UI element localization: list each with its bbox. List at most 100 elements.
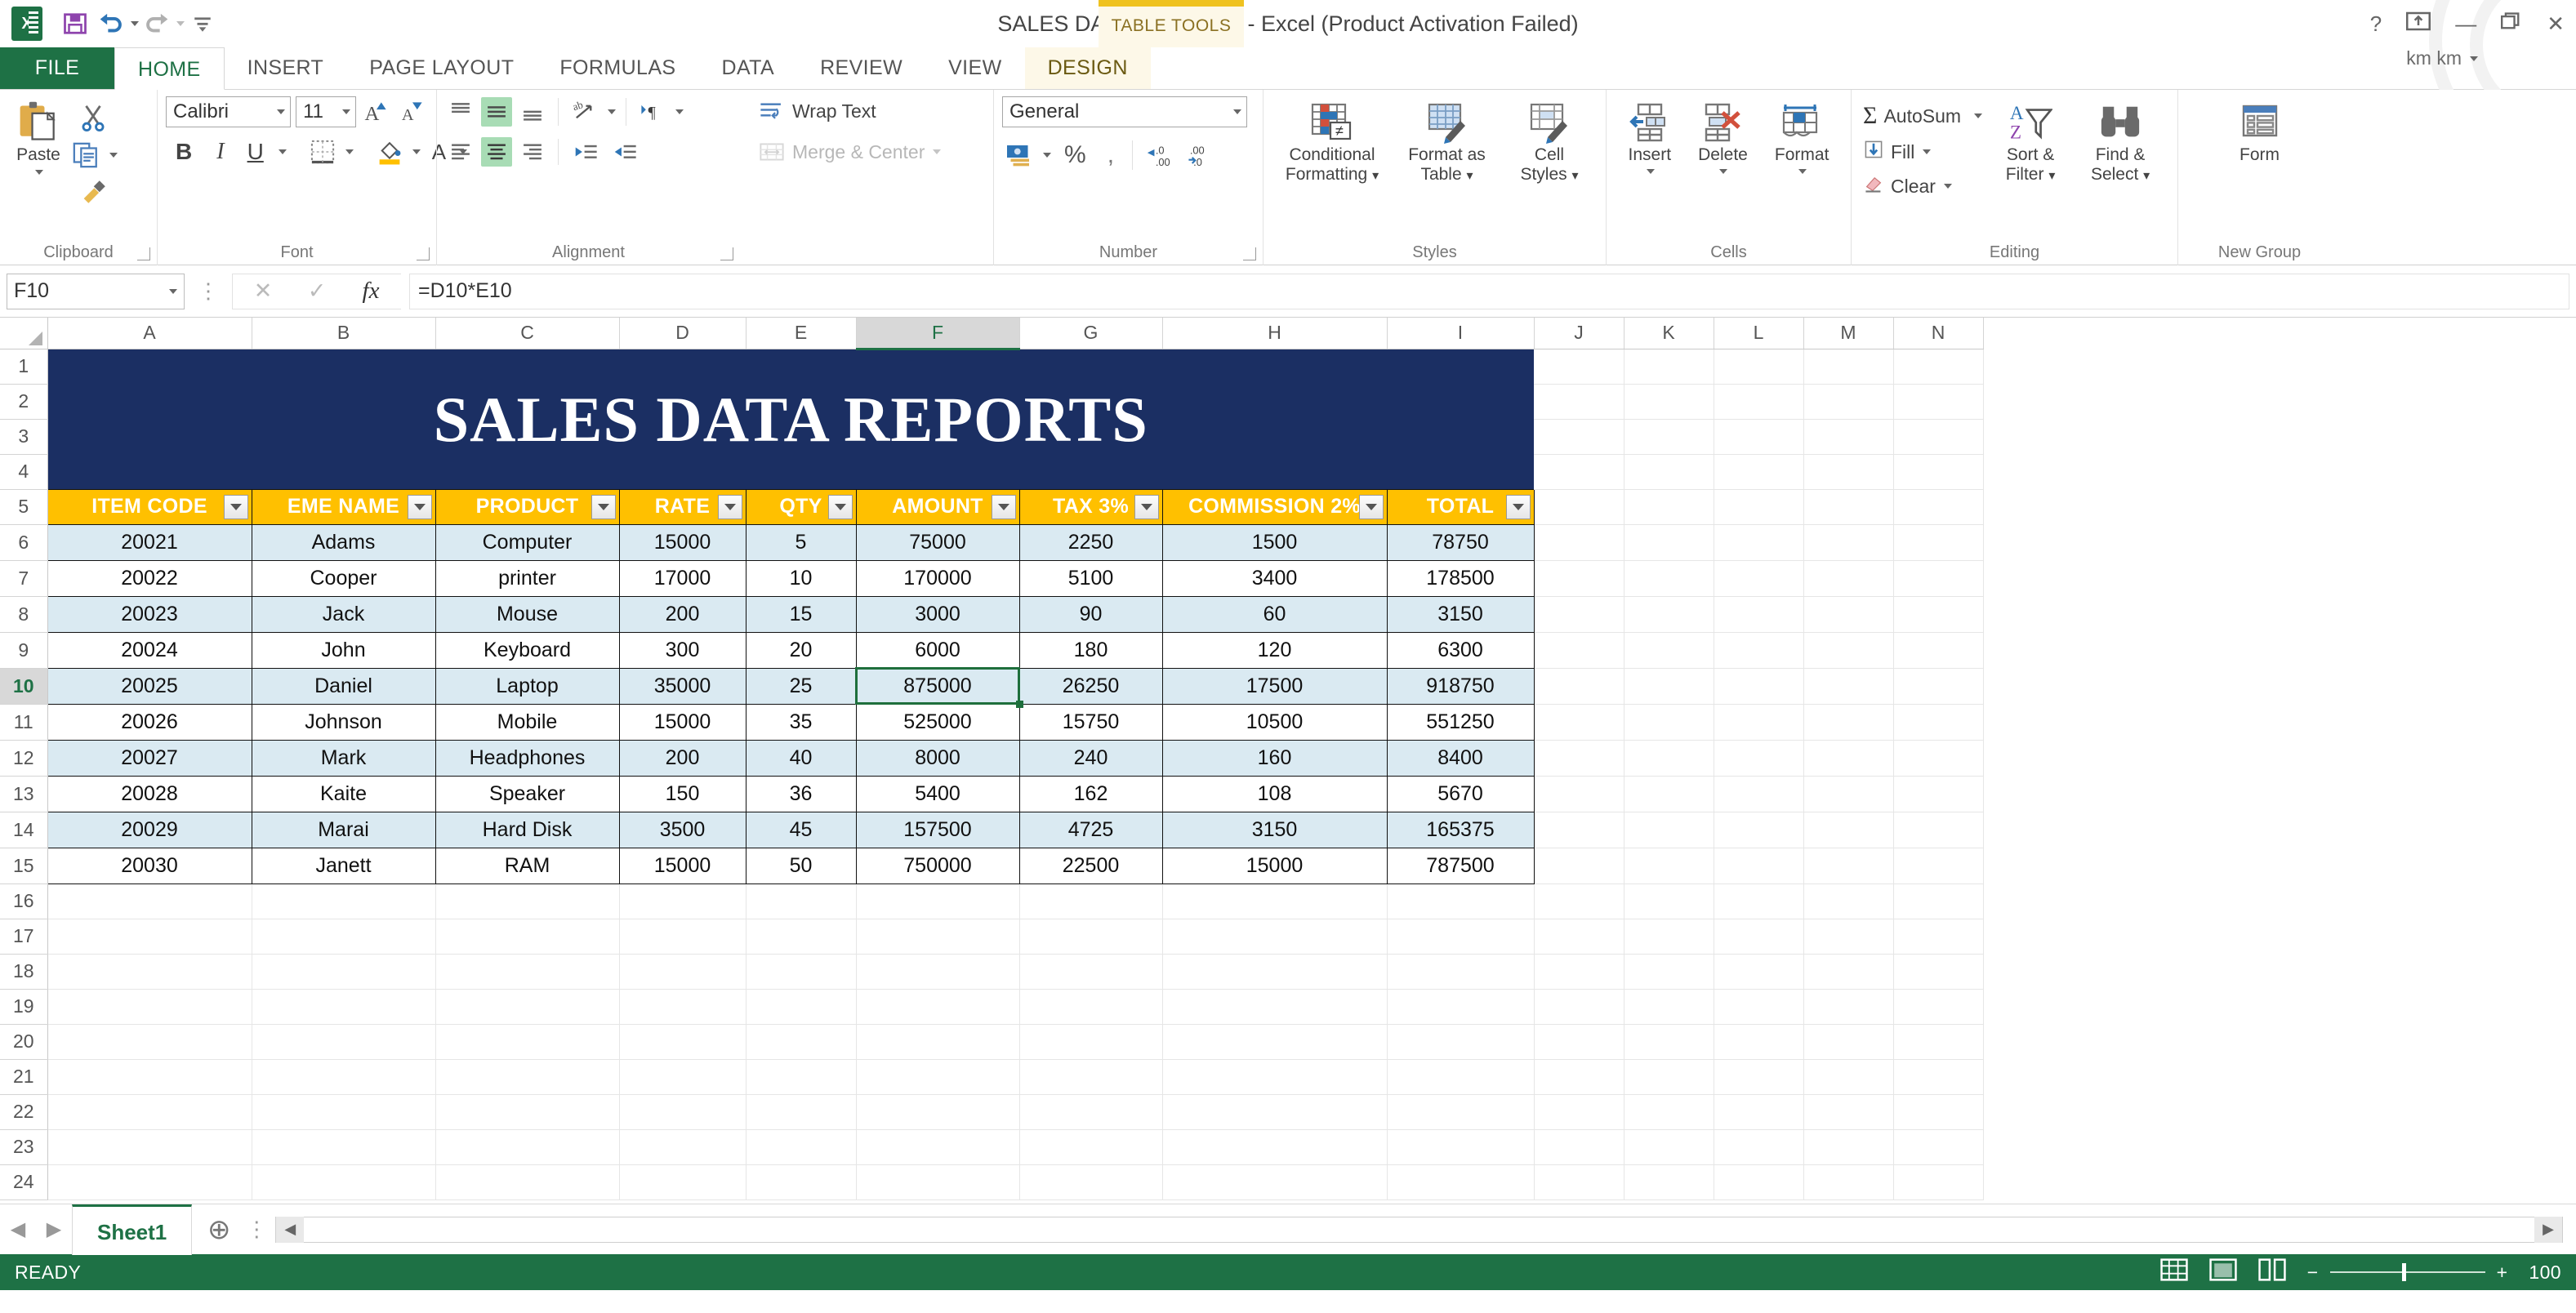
row-header-6[interactable]: 6 <box>0 524 48 561</box>
empty-cell[interactable] <box>1534 1094 1624 1130</box>
table-cell[interactable]: Mouse <box>435 596 620 633</box>
row-header-12[interactable]: 12 <box>0 740 48 777</box>
table-cell[interactable]: 525000 <box>855 704 1020 741</box>
next-sheet-button[interactable]: ▶ <box>36 1204 72 1255</box>
clear-dropdown-icon[interactable] <box>1943 184 1952 189</box>
copy-button[interactable] <box>69 139 103 171</box>
empty-cell[interactable] <box>1893 883 1984 919</box>
table-cell[interactable]: Jack <box>251 596 436 633</box>
empty-cell[interactable] <box>252 989 436 1025</box>
table-cell[interactable]: 160 <box>1161 740 1388 777</box>
empty-cell[interactable] <box>1714 668 1804 705</box>
empty-cell[interactable] <box>1534 632 1624 669</box>
column-header-l[interactable]: L <box>1714 318 1804 349</box>
merge-center-dropdown-icon[interactable] <box>933 149 942 154</box>
table-cell[interactable]: 20027 <box>47 740 252 777</box>
empty-cell[interactable] <box>1893 776 1984 812</box>
undo-dropdown-icon[interactable] <box>131 21 139 26</box>
empty-cell[interactable] <box>1893 489 1984 525</box>
empty-cell[interactable] <box>1624 419 1714 455</box>
empty-cell[interactable] <box>1893 632 1984 669</box>
table-cell[interactable]: Marai <box>251 812 436 848</box>
ribbon-display-options-button[interactable] <box>2406 11 2431 38</box>
empty-cell[interactable] <box>1387 1024 1535 1060</box>
autosum-dropdown-icon[interactable] <box>1974 113 1983 118</box>
empty-cell[interactable] <box>252 1129 436 1165</box>
empty-cell[interactable] <box>1714 1024 1804 1060</box>
empty-cell[interactable] <box>1714 883 1804 919</box>
empty-cell[interactable] <box>1624 668 1714 705</box>
table-cell[interactable]: 35000 <box>618 668 747 705</box>
empty-cell[interactable] <box>1803 489 1894 525</box>
empty-cell[interactable] <box>1162 989 1388 1025</box>
table-cell[interactable]: 3000 <box>855 596 1020 633</box>
report-title-banner[interactable]: SALES DATA REPORTS <box>47 349 1534 489</box>
table-cell[interactable]: 8400 <box>1386 740 1535 777</box>
empty-cell[interactable] <box>1624 489 1714 525</box>
row-header-22[interactable]: 22 <box>0 1094 48 1130</box>
empty-cell[interactable] <box>1893 454 1984 490</box>
scroll-left-arrow[interactable]: ◀ <box>276 1216 305 1243</box>
format-painter-button[interactable] <box>69 176 118 209</box>
empty-cell[interactable] <box>1714 454 1804 490</box>
empty-cell[interactable] <box>1534 349 1624 385</box>
empty-cell[interactable] <box>1624 632 1714 669</box>
filter-dropdown-icon[interactable] <box>407 494 432 519</box>
empty-cell[interactable] <box>1534 954 1624 990</box>
empty-cell[interactable] <box>1803 419 1894 455</box>
table-cell[interactable]: Johnson <box>251 704 436 741</box>
empty-cell[interactable] <box>1714 632 1804 669</box>
empty-cell[interactable] <box>1893 1059 1984 1095</box>
empty-cell[interactable] <box>856 1129 1020 1165</box>
italic-button[interactable]: I <box>207 139 234 165</box>
empty-cell[interactable] <box>1624 1164 1714 1200</box>
empty-cell[interactable] <box>1019 883 1163 919</box>
table-cell[interactable]: 162 <box>1018 776 1163 812</box>
table-cell[interactable]: 22500 <box>1018 848 1163 884</box>
copy-dropdown-icon[interactable] <box>109 153 118 158</box>
row-header-16[interactable]: 16 <box>0 883 48 919</box>
row-header-14[interactable]: 14 <box>0 812 48 848</box>
empty-cell[interactable] <box>47 1094 252 1130</box>
column-header-h[interactable]: H <box>1162 318 1388 349</box>
empty-cell[interactable] <box>1534 883 1624 919</box>
empty-cell[interactable] <box>252 1164 436 1200</box>
empty-cell[interactable] <box>1803 919 1894 955</box>
empty-cell[interactable] <box>1534 704 1624 741</box>
font-name-dropdown-icon[interactable] <box>277 109 286 114</box>
scroll-right-arrow[interactable]: ▶ <box>2534 1216 2562 1243</box>
empty-cell[interactable] <box>1714 1059 1804 1095</box>
empty-cell[interactable] <box>1534 560 1624 597</box>
empty-cell[interactable] <box>1162 1024 1388 1060</box>
table-cell[interactable]: 3400 <box>1161 560 1388 597</box>
fill-dropdown-icon[interactable] <box>1923 149 1932 154</box>
row-header-1[interactable]: 1 <box>0 349 48 385</box>
empty-cell[interactable] <box>1714 596 1804 633</box>
table-cell[interactable]: Keyboard <box>435 632 620 669</box>
table-cell[interactable]: 3500 <box>618 812 747 848</box>
table-cell[interactable]: 551250 <box>1386 704 1535 741</box>
underline-button[interactable]: U <box>239 139 272 165</box>
table-cell[interactable]: Hard Disk <box>435 812 620 848</box>
borders-dropdown-icon[interactable] <box>345 149 354 154</box>
empty-cell[interactable] <box>1714 776 1804 812</box>
help-button[interactable]: ? <box>2370 11 2382 37</box>
empty-cell[interactable] <box>1534 384 1624 420</box>
empty-cell[interactable] <box>1387 919 1535 955</box>
zoom-out-button[interactable]: − <box>2307 1262 2319 1284</box>
column-header-c[interactable]: C <box>435 318 620 349</box>
table-cell[interactable]: 180 <box>1018 632 1163 669</box>
empty-cell[interactable] <box>47 1129 252 1165</box>
insert-dropdown-icon[interactable] <box>1646 168 1655 174</box>
table-cell[interactable]: 20 <box>745 632 857 669</box>
align-top-button[interactable] <box>445 97 476 127</box>
column-header-g[interactable]: G <box>1019 318 1163 349</box>
table-cell[interactable]: 40 <box>745 740 857 777</box>
empty-cell[interactable] <box>252 883 436 919</box>
empty-cell[interactable] <box>1893 524 1984 561</box>
empty-cell[interactable] <box>1019 989 1163 1025</box>
empty-cell[interactable] <box>1714 1094 1804 1130</box>
empty-cell[interactable] <box>1714 812 1804 848</box>
empty-cell[interactable] <box>1534 740 1624 777</box>
row-header-18[interactable]: 18 <box>0 954 48 990</box>
